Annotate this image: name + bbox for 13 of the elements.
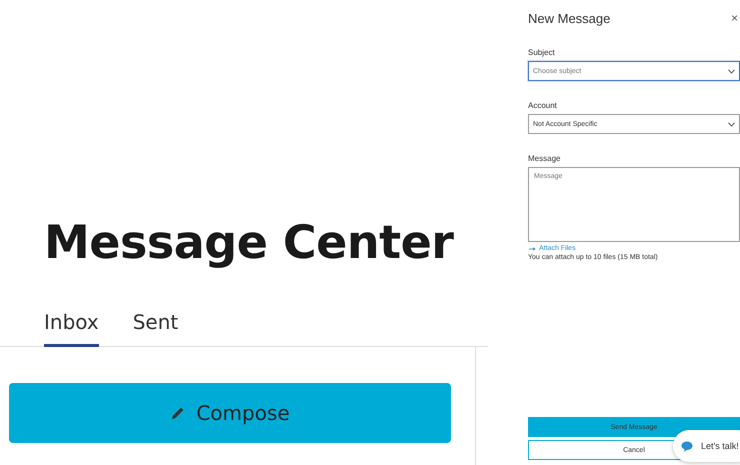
field-label: Message bbox=[528, 154, 562, 163]
field-label: Account bbox=[528, 101, 558, 110]
panel-title: New Message bbox=[528, 10, 610, 26]
tab[interactable]: Sent bbox=[132, 306, 178, 347]
chat-toast[interactable]: Let's talk! bbox=[673, 430, 740, 462]
close-button[interactable]: × bbox=[728, 11, 740, 25]
chevron-icon bbox=[728, 122, 735, 126]
field-label: Subject bbox=[528, 48, 556, 57]
speech-bubble-icon bbox=[681, 440, 693, 452]
chevron-icon bbox=[728, 68, 735, 74]
tab[interactable]: Inbox bbox=[44, 306, 99, 347]
compose-button[interactable]: Compose bbox=[9, 383, 451, 443]
page-title: Message Center bbox=[44, 214, 455, 271]
